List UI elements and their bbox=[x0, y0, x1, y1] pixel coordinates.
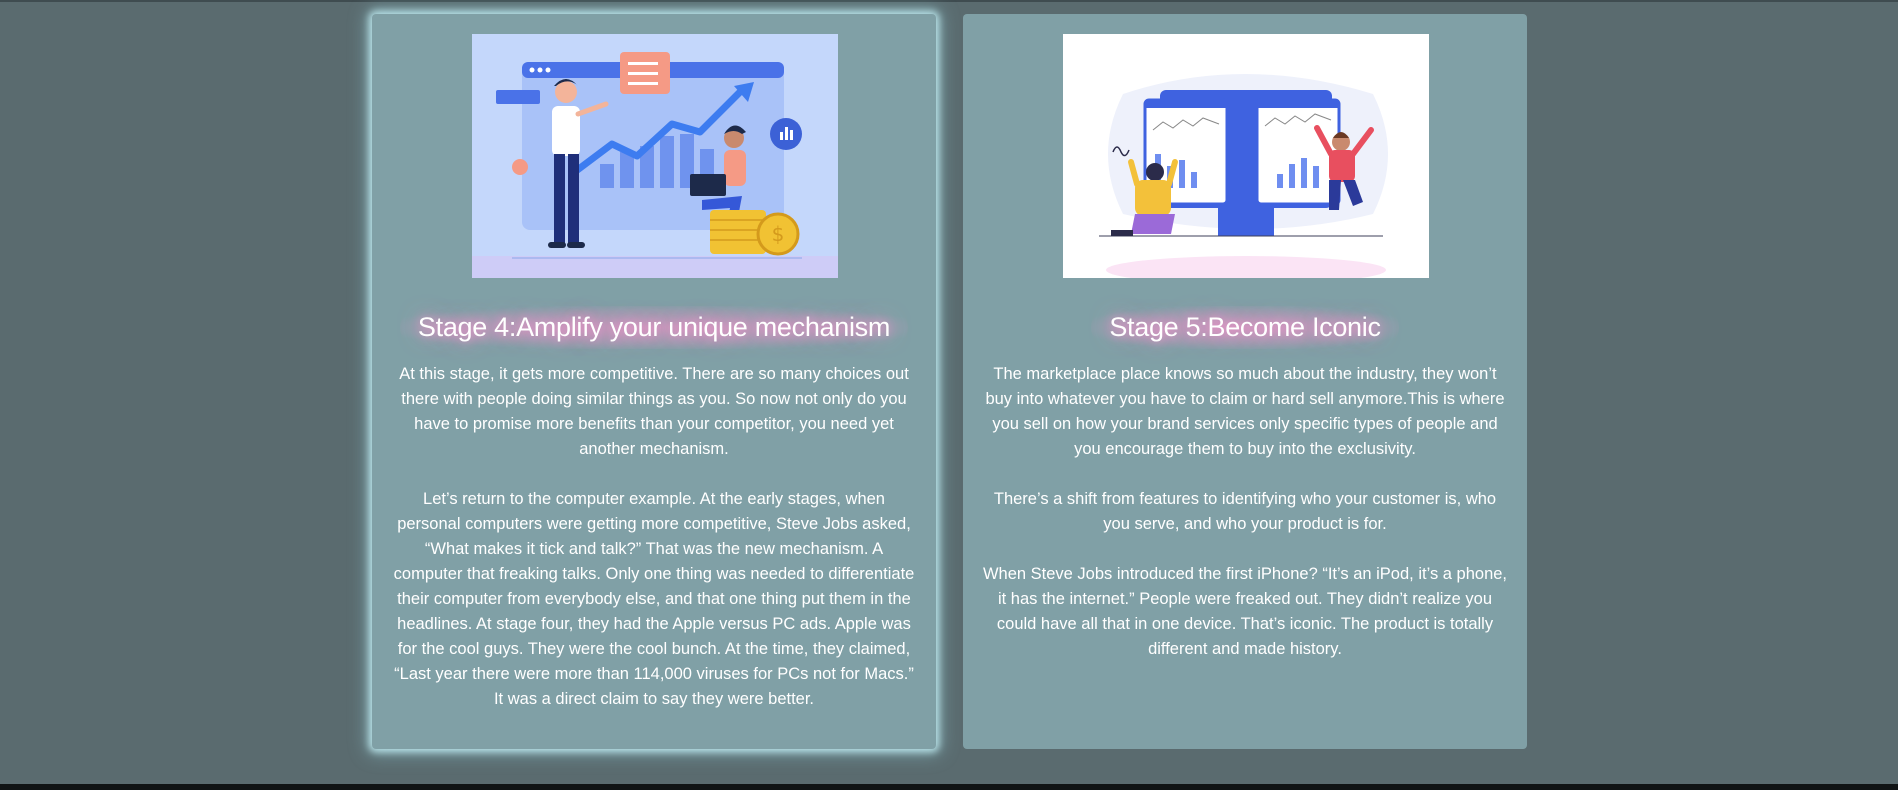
stage-4-title: Stage 4:Amplify your unique mechanism bbox=[399, 306, 909, 349]
card-title: Stage 4:Amplify your unique mechanism bbox=[372, 306, 936, 349]
svg-text:$: $ bbox=[772, 222, 785, 246]
card-paragraph: At this stage, it gets more competitive.… bbox=[399, 365, 909, 458]
celebrating-analytics-illustration bbox=[1063, 34, 1429, 278]
stage-5-card[interactable]: Stage 5:Become Iconic The marketplace pl… bbox=[963, 14, 1527, 749]
stage-4-card[interactable]: $ Stage 4:Amplify your unique mechanism … bbox=[372, 14, 936, 749]
card-paragraph: When Steve Jobs introduced the first iPh… bbox=[982, 565, 1508, 658]
card-title: Stage 5:Become Iconic bbox=[963, 306, 1527, 349]
card-body: At this stage, it gets more competitive.… bbox=[390, 362, 918, 737]
card-paragraph: Let’s return to the computer example. At… bbox=[393, 490, 915, 708]
card-body: The marketplace place knows so much abou… bbox=[981, 362, 1509, 687]
bottom-bar bbox=[0, 784, 1898, 790]
card-paragraph: The marketplace place knows so much abou… bbox=[985, 365, 1505, 458]
stage-5-title: Stage 5:Become Iconic bbox=[1091, 306, 1399, 349]
page: $ Stage 4:Amplify your unique mechanism … bbox=[0, 0, 1898, 790]
card-paragraph: There’s a shift from features to identif… bbox=[993, 490, 1497, 533]
business-growth-illustration: $ bbox=[472, 34, 838, 278]
